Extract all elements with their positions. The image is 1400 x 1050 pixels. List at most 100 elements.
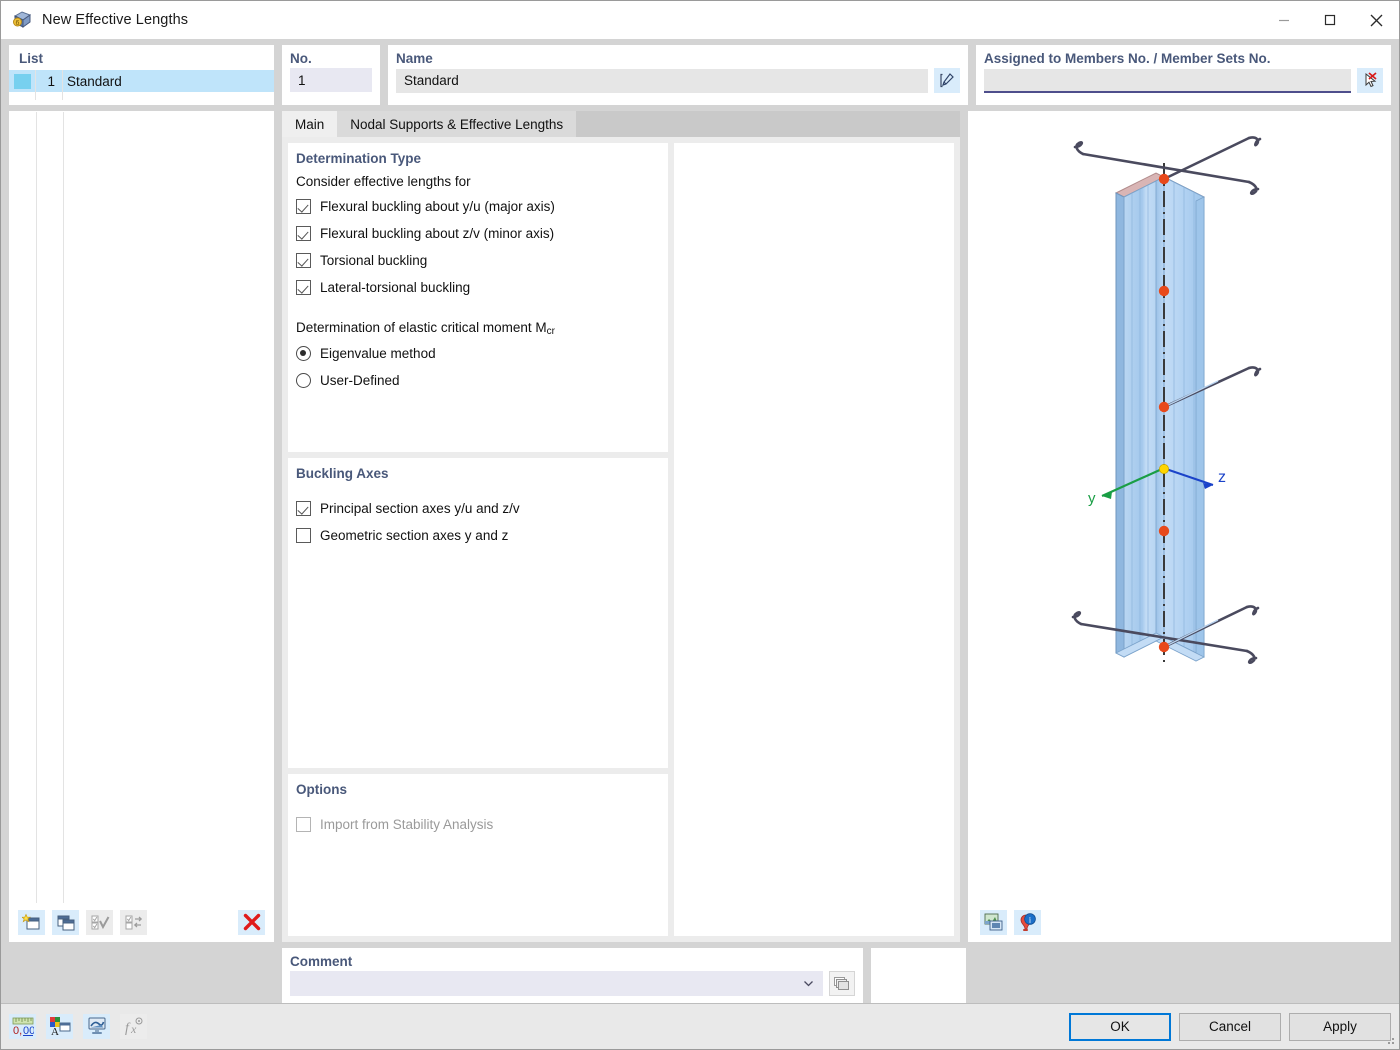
radio-eigenvalue-method[interactable]: Eigenvalue method	[296, 341, 668, 365]
checkbox-flexural-buckling-zv[interactable]: Flexural buckling about z/v (minor axis)	[296, 222, 668, 244]
select-cursor-x-icon[interactable]	[1357, 68, 1383, 93]
checkbox-label: Geometric section axes y and z	[320, 528, 508, 543]
number-input[interactable]: 1	[290, 68, 372, 92]
fx-formula-icon: f x	[120, 1014, 147, 1039]
checkbox-geometric-section-axes[interactable]: Geometric section axes y and z	[296, 524, 668, 546]
list-header-label: List	[9, 45, 274, 70]
comment-row-left-spacer	[9, 948, 274, 1003]
color-palette-icon[interactable]: A	[46, 1014, 73, 1039]
minimize-icon[interactable]	[1261, 1, 1307, 39]
cancel-button[interactable]: Cancel	[1179, 1013, 1281, 1041]
radio-user-defined[interactable]: User-Defined	[296, 368, 668, 392]
dialog-body: Main Nodal Supports & Effective Lengths …	[1, 105, 1399, 942]
tab-strip-filler	[576, 111, 960, 137]
comment-title: Comment	[282, 948, 863, 971]
checkbox-label: Import from Stability Analysis	[320, 817, 493, 832]
list-toolbar	[10, 903, 273, 941]
maximize-icon[interactable]	[1307, 1, 1353, 39]
group-options: Options Import from Stability Analysis	[288, 774, 668, 936]
numeric-units-icon[interactable]: 0, 00	[9, 1014, 36, 1039]
checkbox-icon	[296, 280, 311, 295]
list-column	[9, 111, 274, 942]
tabbed-area: Main Nodal Supports & Effective Lengths …	[282, 111, 960, 942]
radio-icon	[296, 373, 311, 388]
new-window-icon[interactable]	[18, 910, 45, 935]
determination-type-title: Determination Type	[288, 149, 668, 166]
model-view-toolbar: i	[968, 902, 1391, 942]
model-view-panel: y z	[968, 111, 1391, 942]
list-header-spacer: List 1 Standard	[9, 45, 274, 105]
footer-toolbar: 0, 00 A	[9, 1014, 147, 1039]
list-column-divider-2	[62, 70, 63, 100]
checkbox-icon	[296, 528, 311, 543]
red-x-icon[interactable]	[238, 910, 265, 935]
rename-pencil-icon[interactable]	[934, 68, 960, 93]
close-icon[interactable]	[1353, 1, 1399, 39]
assigned-input[interactable]	[984, 69, 1351, 93]
ok-button[interactable]: OK	[1069, 1013, 1171, 1041]
number-label: No.	[282, 45, 380, 68]
checkbox-lateral-torsional-buckling[interactable]: Lateral-torsional buckling	[296, 276, 668, 298]
checkbox-label: Lateral-torsional buckling	[320, 280, 470, 295]
checkbox-torsional-buckling[interactable]: Torsional buckling	[296, 249, 668, 271]
list-panel-top: List 1 Standard	[9, 45, 274, 105]
title-bar: 6 New Effective Lengths	[1, 1, 1399, 39]
apply-button[interactable]: Apply	[1289, 1013, 1391, 1041]
list-empty-area[interactable]	[10, 112, 273, 903]
list-item[interactable]: 1 Standard	[9, 70, 274, 92]
radio-label: Eigenvalue method	[320, 346, 436, 361]
mcr-label-subscript: cr	[547, 326, 555, 337]
checkbox-principal-section-axes[interactable]: Principal section axes y/u and z/v	[296, 497, 668, 519]
check-all-icon	[86, 910, 113, 935]
name-input[interactable]: Standard	[396, 69, 928, 93]
comment-row: Comment	[1, 942, 1399, 1003]
header-fields-row: List 1 Standard No. 1 Name	[1, 39, 1399, 105]
group-buckling-axes: Buckling Axes Principal section axes y/u…	[288, 458, 668, 768]
checkbox-icon	[296, 226, 311, 241]
comment-combobox[interactable]	[290, 971, 823, 996]
axis-z-label: z	[1218, 469, 1226, 486]
copy-windows-icon[interactable]	[52, 910, 79, 935]
tab-main[interactable]: Main	[282, 111, 337, 137]
dialog-footer: 0, 00 A	[1, 1003, 1399, 1049]
list-rows-top: 1 Standard	[9, 70, 274, 100]
group-determination-type: Determination Type Consider effective le…	[288, 143, 668, 452]
tab-content-main: Determination Type Consider effective le…	[282, 137, 960, 942]
tab-nodal-supports-effective-lengths[interactable]: Nodal Supports & Effective Lengths	[337, 111, 576, 137]
buckling-axes-title: Buckling Axes	[288, 464, 668, 481]
checkbox-label: Principal section axes y/u and z/v	[320, 501, 520, 516]
comment-panel: Comment	[282, 948, 863, 1003]
radio-label: User-Defined	[320, 373, 400, 388]
info-balloon-icon[interactable]: i	[1014, 910, 1041, 935]
windows-stack-icon[interactable]	[829, 971, 855, 996]
checkbox-label: Flexural buckling about y/u (major axis)	[320, 199, 555, 214]
options-title: Options	[288, 780, 668, 797]
list-item-label: Standard	[61, 74, 122, 89]
list-column-divider-4	[63, 112, 64, 903]
svg-text:A: A	[51, 1026, 59, 1037]
view-settings-icon[interactable]	[83, 1014, 110, 1039]
cube-icon: 6	[11, 9, 33, 31]
assigned-label: Assigned to Members No. / Member Sets No…	[976, 45, 1391, 68]
number-panel: No. 1	[282, 45, 380, 105]
consider-effective-lengths-label: Consider effective lengths for	[296, 174, 668, 189]
3d-model-view[interactable]: y z	[968, 111, 1391, 902]
image-display-icon[interactable]	[980, 910, 1007, 935]
checkbox-icon	[296, 817, 311, 832]
list-column-divider-1	[35, 70, 36, 100]
svg-text:x: x	[130, 1022, 137, 1036]
chevron-down-icon	[802, 977, 815, 990]
comment-row-spacer	[974, 948, 1391, 1003]
list-column-divider-3	[36, 112, 37, 903]
invert-check-icon	[120, 910, 147, 935]
settings-column: Determination Type Consider effective le…	[288, 143, 668, 936]
svg-text:0,: 0,	[13, 1025, 22, 1037]
checkbox-flexural-buckling-yu[interactable]: Flexural buckling about y/u (major axis)	[296, 195, 668, 217]
name-panel: Name Standard	[388, 45, 968, 105]
axis-y-label: y	[1088, 490, 1096, 507]
list-item-color-swatch	[14, 74, 31, 89]
checkbox-import-from-stability-analysis: Import from Stability Analysis	[296, 813, 668, 835]
checkbox-icon	[296, 199, 311, 214]
resize-grip-icon[interactable]	[1384, 1034, 1396, 1046]
checkbox-label: Torsional buckling	[320, 253, 427, 268]
